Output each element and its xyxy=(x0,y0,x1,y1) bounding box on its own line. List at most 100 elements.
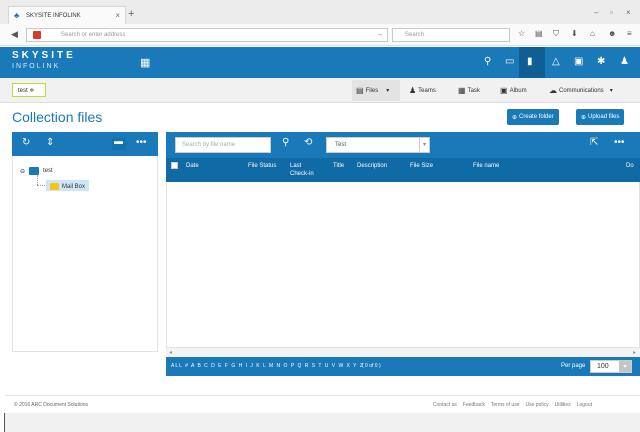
home-icon[interactable]: ⌂ xyxy=(590,29,595,38)
url-input[interactable]: Search or enter address → xyxy=(26,28,388,42)
sort-icon[interactable]: ⇕ xyxy=(46,137,54,148)
collapse-icon[interactable]: ⊖ xyxy=(20,168,25,175)
history-icon[interactable]: ⟲ xyxy=(304,137,312,148)
more-options-icon[interactable]: ••• xyxy=(614,137,625,148)
search-icon[interactable]: ⚲ xyxy=(484,56,491,67)
skysite-favicon: ♣ xyxy=(14,10,20,20)
new-tab-button[interactable]: + xyxy=(128,8,134,20)
footer-link-logout[interactable]: Logout xyxy=(577,402,592,408)
folder-select-value: Test xyxy=(335,142,347,148)
scroll-right-icon[interactable]: ▸ xyxy=(633,349,636,356)
document-icon[interactable]: ▮ xyxy=(527,56,533,67)
back-icon[interactable]: ◀ xyxy=(11,29,18,40)
tab-album-label: Album xyxy=(509,87,527,94)
per-page-label: Per page xyxy=(561,363,586,369)
upload-icon: ⊕ xyxy=(581,114,587,121)
reading-list-icon[interactable]: ▤ xyxy=(535,29,543,38)
column-date[interactable]: Date xyxy=(186,162,199,170)
tree-root-label: test xyxy=(43,168,53,174)
task-icon: ▦ xyxy=(458,86,466,95)
column-file-status[interactable]: File Status xyxy=(248,162,276,170)
create-folder-button[interactable]: ⊕ Create folder xyxy=(507,109,559,125)
folder-select[interactable]: Test ▾ xyxy=(326,137,430,153)
edge-line xyxy=(4,413,5,432)
tab-teams[interactable]: ♟ Teams xyxy=(409,86,436,95)
column-title[interactable]: Title xyxy=(333,162,344,170)
footer-link-terms[interactable]: Terms of use xyxy=(491,402,520,408)
copyright: © 2016 ARC Document Solutions xyxy=(14,402,89,408)
tree-root[interactable]: ⊖ test xyxy=(20,167,53,175)
tab-album[interactable]: ▣ Album xyxy=(500,86,527,95)
tree-connector xyxy=(37,175,38,185)
page-title: Collection files xyxy=(12,109,103,125)
export-icon[interactable]: ⇱ xyxy=(590,137,598,148)
site-icon xyxy=(33,31,41,39)
close-tab-icon[interactable]: × xyxy=(115,11,120,20)
upload-files-button[interactable]: ⊕ Upload files xyxy=(576,109,625,125)
create-folder-label: Create folder xyxy=(519,114,554,120)
go-arrow-icon[interactable]: → xyxy=(376,31,383,38)
chevron-down-icon[interactable]: ▾ xyxy=(619,361,631,372)
contacts-icon[interactable]: ▣ xyxy=(574,56,583,67)
column-file-size[interactable]: File Size xyxy=(410,162,433,170)
tree-item-label: Mail Box xyxy=(62,183,86,190)
tab-communications-label: Communications xyxy=(559,87,604,94)
browser-search-input[interactable]: Search xyxy=(392,28,510,42)
teams-icon: ♟ xyxy=(409,86,417,95)
gear-icon[interactable]: ✱ xyxy=(597,56,605,67)
record-count: ( 0 of 0 ) xyxy=(362,363,381,369)
album-icon: ▣ xyxy=(500,86,508,95)
app-grid-icon[interactable]: ▦ xyxy=(140,56,150,69)
column-last-check-in[interactable]: Last Check-in xyxy=(290,162,320,178)
close-window-icon[interactable]: × xyxy=(626,8,631,17)
column-file-name[interactable]: File name xyxy=(473,162,499,170)
tab-communications[interactable]: ☁ Communications ▾ xyxy=(549,86,613,95)
scroll-left-icon[interactable]: ◂ xyxy=(169,349,172,356)
footer-link-utilities[interactable]: Utilities xyxy=(555,402,571,408)
minimize-icon[interactable]: – xyxy=(594,8,598,17)
tab-teams-label: Teams xyxy=(418,87,436,94)
refresh-icon[interactable]: ↻ xyxy=(22,137,30,148)
project-selector[interactable]: test ≑ xyxy=(12,83,46,97)
bookmark-star-icon[interactable]: ☆ xyxy=(518,29,525,38)
search-icon[interactable]: ⚲ xyxy=(282,137,289,148)
files-icon: ▤ xyxy=(356,86,364,95)
project-bar xyxy=(0,78,640,103)
notification-icon[interactable]: △ xyxy=(552,56,560,67)
chevron-down-icon: ▾ xyxy=(609,88,613,94)
bottom-area xyxy=(5,413,640,432)
tab-files-label: Files xyxy=(365,87,379,94)
pocket-icon[interactable]: ⛉ xyxy=(553,29,559,39)
url-placeholder: Search or enter address xyxy=(61,32,126,38)
folder-tree-panel xyxy=(12,132,158,352)
per-page-select[interactable]: 100 ▾ xyxy=(590,360,632,373)
downloads-icon[interactable]: ⬇ xyxy=(571,29,578,38)
user-icon[interactable]: ♟ xyxy=(620,56,629,67)
alphabet-filter[interactable]: ALL # A B C D E F G H I J K L M N O P Q … xyxy=(171,363,364,369)
footer-link-policy[interactable]: Use policy xyxy=(526,402,549,408)
browser-tab[interactable]: ♣ SKYSITE INFOLINK × xyxy=(8,6,126,24)
tree-item-mail-box[interactable]: Mail Box xyxy=(46,180,90,191)
plus-icon: ⊕ xyxy=(512,114,518,121)
column-partial[interactable]: Do xyxy=(626,162,640,170)
tab-files[interactable]: ▤ Files ▾ xyxy=(356,86,389,95)
horizontal-scrollbar[interactable]: ◂ ▸ xyxy=(166,347,640,357)
maximize-icon[interactable]: ▫ xyxy=(610,8,613,17)
monitor-icon[interactable]: ▭ xyxy=(505,56,514,67)
tab-task-label: Task xyxy=(467,87,480,94)
search-input[interactable]: Search by file name xyxy=(175,137,271,153)
footer-links: Contact us Feedback Terms of use Use pol… xyxy=(433,402,592,408)
upload-files-label: Upload files xyxy=(588,114,620,120)
select-all-checkbox[interactable] xyxy=(171,162,178,169)
per-page-value: 100 xyxy=(597,363,609,370)
footer-link-contact[interactable]: Contact us xyxy=(433,402,457,408)
logo-infolink: INFOLINK xyxy=(12,63,61,70)
more-options-icon[interactable]: ••• xyxy=(136,137,147,148)
project-icon xyxy=(29,167,40,175)
column-description[interactable]: Description xyxy=(357,162,387,170)
tab-task[interactable]: ▦ Task xyxy=(458,86,480,95)
menu-icon[interactable]: ≡ xyxy=(627,29,632,38)
footer-link-feedback[interactable]: Feedback xyxy=(463,402,485,408)
chevron-down-icon[interactable]: ▾ xyxy=(419,138,429,152)
sync-icon[interactable]: ☻ xyxy=(608,29,616,38)
